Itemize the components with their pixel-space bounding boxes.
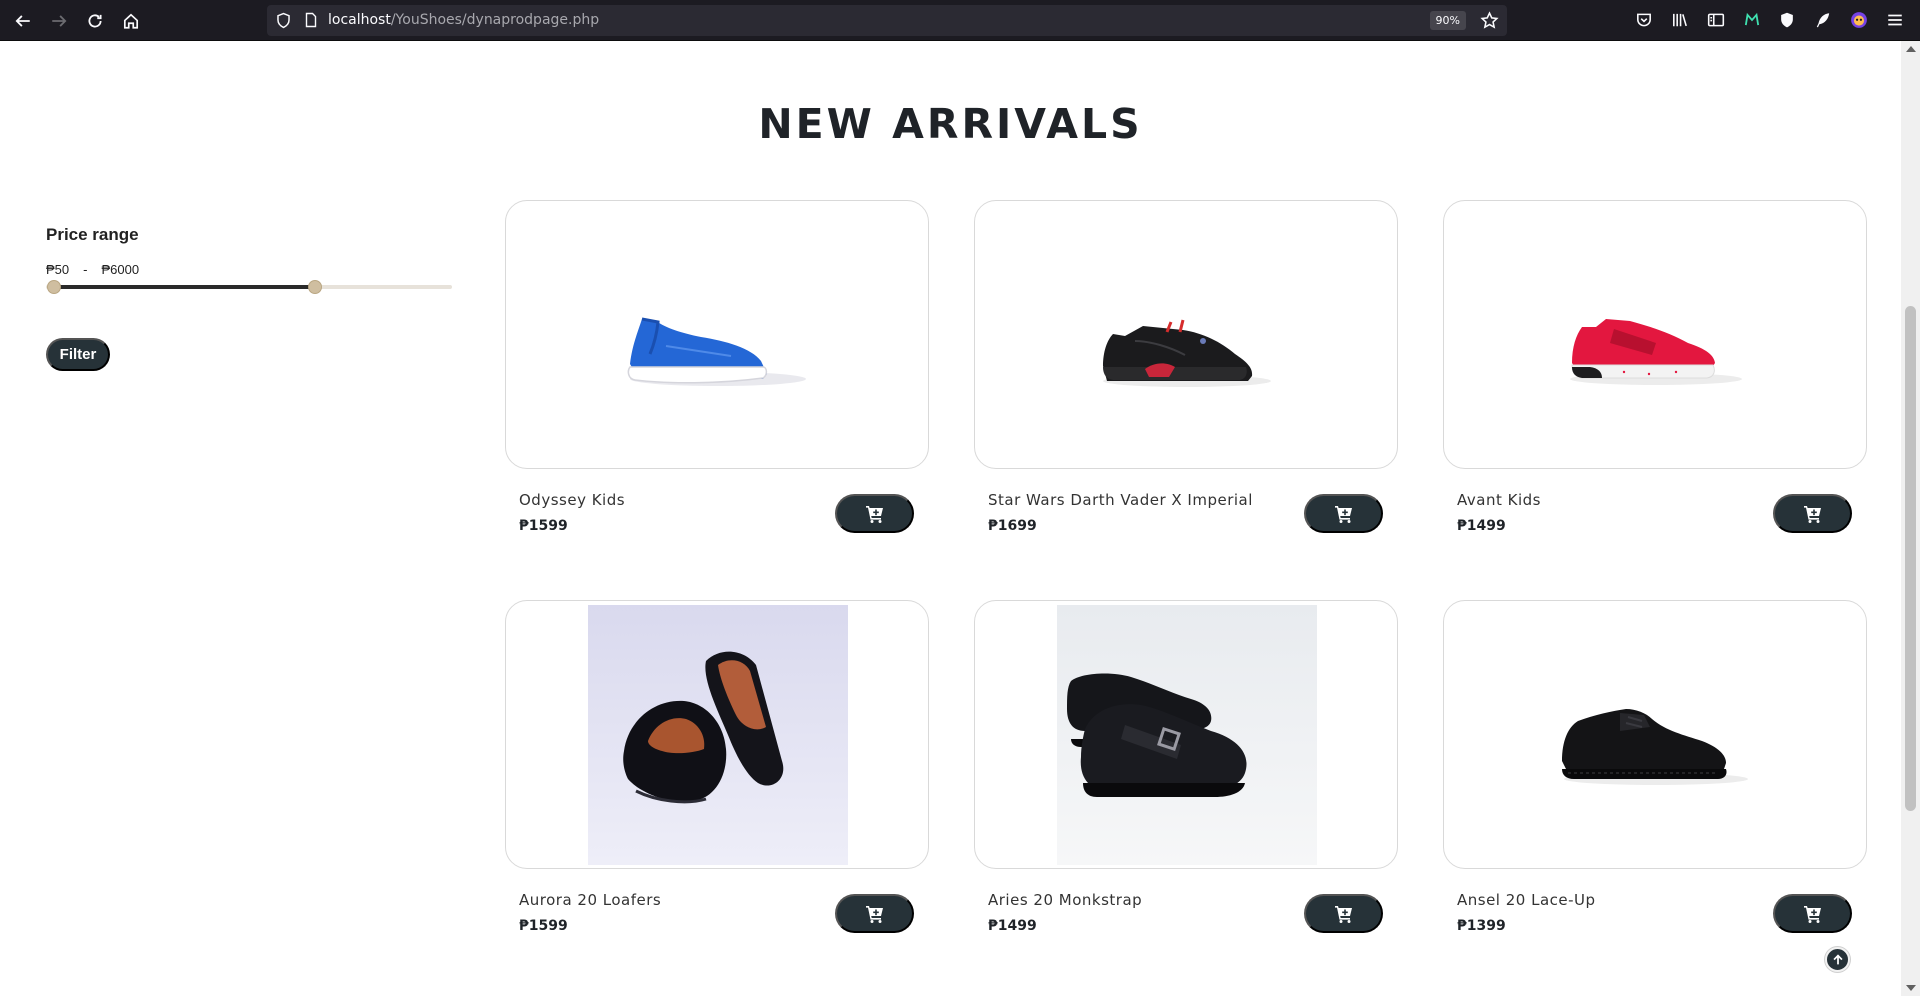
product-image[interactable] [1443,600,1867,869]
page-content: NEW ARRIVALS Price range ₱50 - ₱6000 Fil… [0,41,1901,996]
library-icon[interactable] [1670,10,1690,30]
product-name[interactable]: Ansel 20 Lace-Up [1457,891,1596,909]
url-host: localhost [328,12,391,28]
product-price: ₱1599 [519,518,568,534]
filter-button[interactable]: Filter [46,338,110,371]
cart-plus-icon [1803,905,1821,923]
slider-max-handle[interactable] [308,280,323,294]
price-range-values: ₱50 - ₱6000 [46,262,139,277]
black-red-sneaker-image [1103,319,1271,387]
price-separator: - [83,262,88,277]
add-to-cart-button[interactable] [835,494,914,533]
black-monkstrap-image [1057,605,1317,865]
forward-icon[interactable] [46,8,72,34]
page-title: NEW ARRIVALS [758,100,1143,148]
add-to-cart-button[interactable] [1773,894,1852,933]
cart-plus-icon [1334,905,1352,923]
extension-mask-icon[interactable] [1742,10,1762,30]
scroll-up-arrow-icon[interactable] [1906,46,1916,52]
product-name[interactable]: Aries 20 Monkstrap [988,891,1142,909]
red-velcro-sneaker-image [1570,319,1742,385]
bookmark-star-icon[interactable] [1480,11,1499,30]
cart-plus-icon [865,905,883,923]
url-text[interactable]: localhost/YouShoes/dynaprodpage.php [328,11,599,30]
product-image[interactable] [505,600,929,869]
url-bar[interactable]: localhost/YouShoes/dynaprodpage.php 90% [267,5,1507,36]
product-price: ₱1499 [988,918,1037,934]
url-path: /YouShoes/dynaprodpage.php [390,12,600,28]
pocket-icon[interactable] [1634,10,1654,30]
reload-icon[interactable] [82,8,108,34]
cart-plus-icon [1803,505,1821,523]
extension-feather-icon[interactable] [1813,10,1833,30]
extension-shield-icon[interactable] [1777,10,1797,30]
cart-plus-icon [1334,505,1352,523]
back-to-top-button[interactable] [1825,947,1850,972]
price-range-title: Price range [46,225,139,244]
browser-toolbar: localhost/YouShoes/dynaprodpage.php 90% [0,0,1920,41]
add-to-cart-button[interactable] [1773,494,1852,533]
price-range-slider[interactable] [46,280,452,294]
product-price: ₱1499 [1457,518,1506,534]
product-name[interactable]: Odyssey Kids [519,491,625,509]
zoom-indicator[interactable]: 90% [1429,11,1466,30]
arrow-up-icon [1832,953,1843,964]
back-icon[interactable] [10,8,36,34]
sidebar-icon[interactable] [1706,10,1726,30]
slider-selected-range [54,285,316,289]
product-image[interactable] [974,200,1398,469]
page-info-icon[interactable] [303,12,319,29]
product-price: ₱1599 [519,918,568,934]
product-name[interactable]: Avant Kids [1457,491,1541,509]
scrollbar-thumb[interactable] [1905,306,1916,811]
price-max-label: ₱6000 [101,262,140,277]
product-name[interactable]: Aurora 20 Loafers [519,891,661,909]
price-min-label: ₱50 [46,262,70,277]
add-to-cart-button[interactable] [1304,494,1383,533]
scroll-down-arrow-icon[interactable] [1906,985,1916,991]
home-icon[interactable] [118,8,144,34]
product-image[interactable] [1443,200,1867,469]
product-price: ₱1399 [1457,918,1506,934]
cart-plus-icon [865,505,883,523]
black-leather-loafers-image [588,605,848,865]
product-name[interactable]: Star Wars Darth Vader X Imperial [988,491,1253,509]
account-avatar-icon[interactable] [1849,10,1869,30]
product-price: ₱1699 [988,518,1037,534]
product-image[interactable] [505,200,929,469]
menu-icon[interactable] [1885,10,1905,30]
tracking-protection-icon[interactable] [275,12,292,29]
black-lace-up-shoe-image [1562,709,1748,785]
add-to-cart-button[interactable] [1304,894,1383,933]
slider-min-handle[interactable] [47,280,61,294]
add-to-cart-button[interactable] [835,894,914,933]
product-image[interactable] [974,600,1398,869]
page-scrollbar[interactable] [1901,41,1920,996]
blue-knit-sneaker-image [627,317,806,386]
